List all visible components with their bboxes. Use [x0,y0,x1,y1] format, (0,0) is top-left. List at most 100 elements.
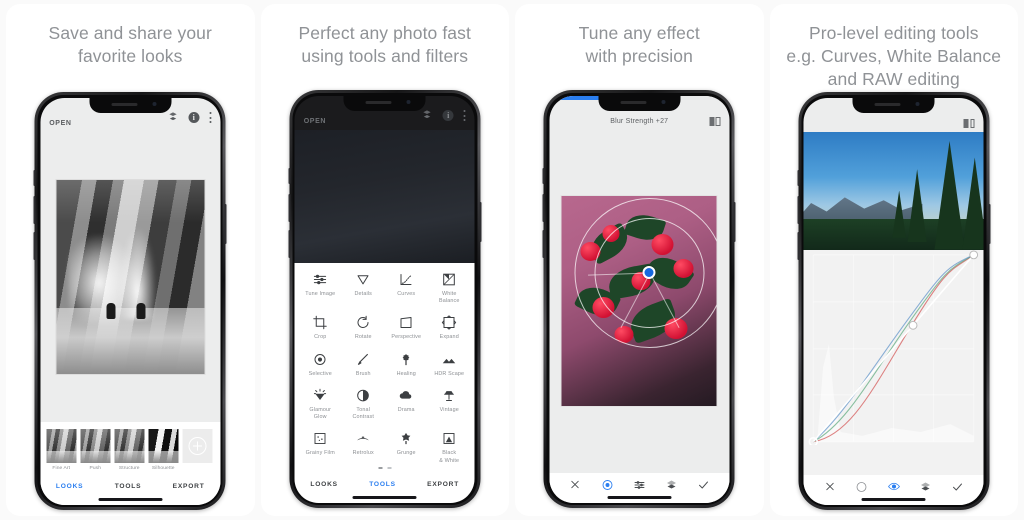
edited-photo-bw[interactable] [55,178,206,375]
tool-hdr-scape[interactable]: HDR Scape [428,352,471,378]
look-item[interactable]: Push [80,428,111,471]
tool-label: HDR Scape [434,370,465,377]
stack-layers-icon[interactable] [919,480,932,493]
grunge-icon [399,431,414,446]
curves-canvas[interactable] [804,249,984,446]
tool-label: White Balance [438,290,460,304]
curves-editor[interactable] [803,249,984,475]
tool-healing[interactable]: Healing [385,352,428,378]
phone-screen: Blur Strength +27 [549,95,730,503]
look-item[interactable]: Structure [114,428,145,471]
look-item[interactable]: Silhouette [148,428,179,471]
tab-tools[interactable]: TOOLS [369,481,396,488]
phone-silent-switch [33,170,36,186]
overflow-menu-icon[interactable] [463,110,466,121]
photo-viewport-dimmed[interactable] [294,129,475,263]
edited-photo-landscape[interactable] [803,131,984,250]
check-icon[interactable] [951,480,964,493]
plus-icon [188,436,207,455]
add-look-button[interactable] [182,428,213,463]
tool-rotate[interactable]: Rotate [342,315,385,341]
tool-white-balance[interactable]: White Balance [428,272,471,306]
tool-label: Crop [314,334,327,341]
info-icon[interactable]: i [442,110,454,121]
tool-details[interactable]: Details [342,272,385,306]
healing-icon [399,352,414,367]
stacks-icon[interactable] [167,109,178,127]
hdr-scape-icon [442,352,457,367]
looks-strip[interactable]: Fine Art Push Structure Silhouette [40,421,221,475]
open-button[interactable]: OPEN [49,120,71,127]
tab-export[interactable]: EXPORT [427,481,459,488]
phone-silent-switch [288,168,291,184]
channel-circle-icon[interactable] [855,480,868,493]
tab-tools[interactable]: TOOLS [115,483,142,490]
panel-looks: Save and share your favorite looks OPEN [6,4,255,516]
adjust-sliders-icon[interactable] [633,478,646,491]
selective-icon [313,352,328,367]
tools-pager[interactable] [299,465,471,473]
tool-vintage[interactable]: Vintage [428,388,471,422]
tool-label: Details [354,290,373,297]
phone-silent-switch [542,168,545,184]
radial-target-icon[interactable] [601,478,614,491]
phone-notch [343,95,426,111]
close-icon[interactable] [569,478,582,491]
panel-tools: Perfect any photo fast using tools and f… [260,4,509,516]
tool-crop[interactable]: Crop [299,315,342,341]
tool-perspective[interactable]: Perspective [385,315,428,341]
rotate-icon [356,315,371,330]
home-indicator [98,497,163,501]
tool-grunge[interactable]: Grunge [385,431,428,465]
tool-label: Grainy Film [305,450,335,457]
panel-caption: Pro-level editing tools e.g. Curves, Whi… [786,23,1002,90]
tool-label: Grunge [396,450,416,457]
tool-glamour-glow[interactable]: Glamour Glow [299,388,342,422]
tool-brush[interactable]: Brush [342,352,385,378]
tab-looks[interactable]: LOOKS [310,481,337,488]
tool-label: Rotate [354,334,372,341]
overflow-menu-icon[interactable] [209,112,212,123]
parameter-label: Blur Strength +27 [610,117,669,125]
photo-person [136,303,146,320]
stacks-icon[interactable] [422,107,433,125]
tool-tune-image[interactable]: Tune Image [299,272,342,306]
edited-photo-flower[interactable] [560,195,718,407]
tool-grainy-film[interactable]: Grainy Film [299,431,342,465]
radial-center-handle[interactable] [642,266,656,279]
tools-sheet: Tune Image Details Curves White Balance … [294,262,475,473]
curves-icon [399,272,414,287]
sliders-icon [313,272,328,287]
tool-black-white[interactable]: Black & White [428,431,471,465]
info-icon[interactable]: i [188,112,200,123]
front-camera [152,102,157,106]
curve-point-white [969,249,979,259]
photo-viewport[interactable] [549,130,729,473]
stack-layers-icon[interactable] [665,478,678,491]
tool-label: Expand [439,334,459,341]
eye-icon[interactable] [887,480,900,493]
phone-power-button [479,202,482,242]
look-item[interactable]: Fine Art [46,428,77,471]
tool-expand[interactable]: Expand [428,315,471,341]
tab-looks[interactable]: LOOKS [56,483,83,490]
tool-curves[interactable]: Curves [385,272,428,306]
tab-export[interactable]: EXPORT [173,483,205,490]
home-indicator [607,495,672,499]
compare-icon[interactable] [963,118,975,128]
compare-icon[interactable] [709,116,721,126]
phone-mockup: OPEN i [288,90,482,508]
phone-silent-switch [797,170,800,186]
tool-tonal-contrast[interactable]: Tonal Contrast [342,388,385,422]
panel-caption: Tune any effect with precision [578,23,700,67]
close-icon[interactable] [823,480,836,493]
phone-screen [803,97,984,505]
photo-viewport[interactable] [40,132,220,422]
tool-retrolux[interactable]: Retrolux [342,431,385,465]
tool-selective[interactable]: Selective [299,352,342,378]
glamour-glow-icon [313,388,328,403]
check-icon[interactable] [697,478,710,491]
phone-volume-down [33,232,36,260]
tool-drama[interactable]: Drama [385,388,428,422]
open-button[interactable]: OPEN [304,118,326,125]
